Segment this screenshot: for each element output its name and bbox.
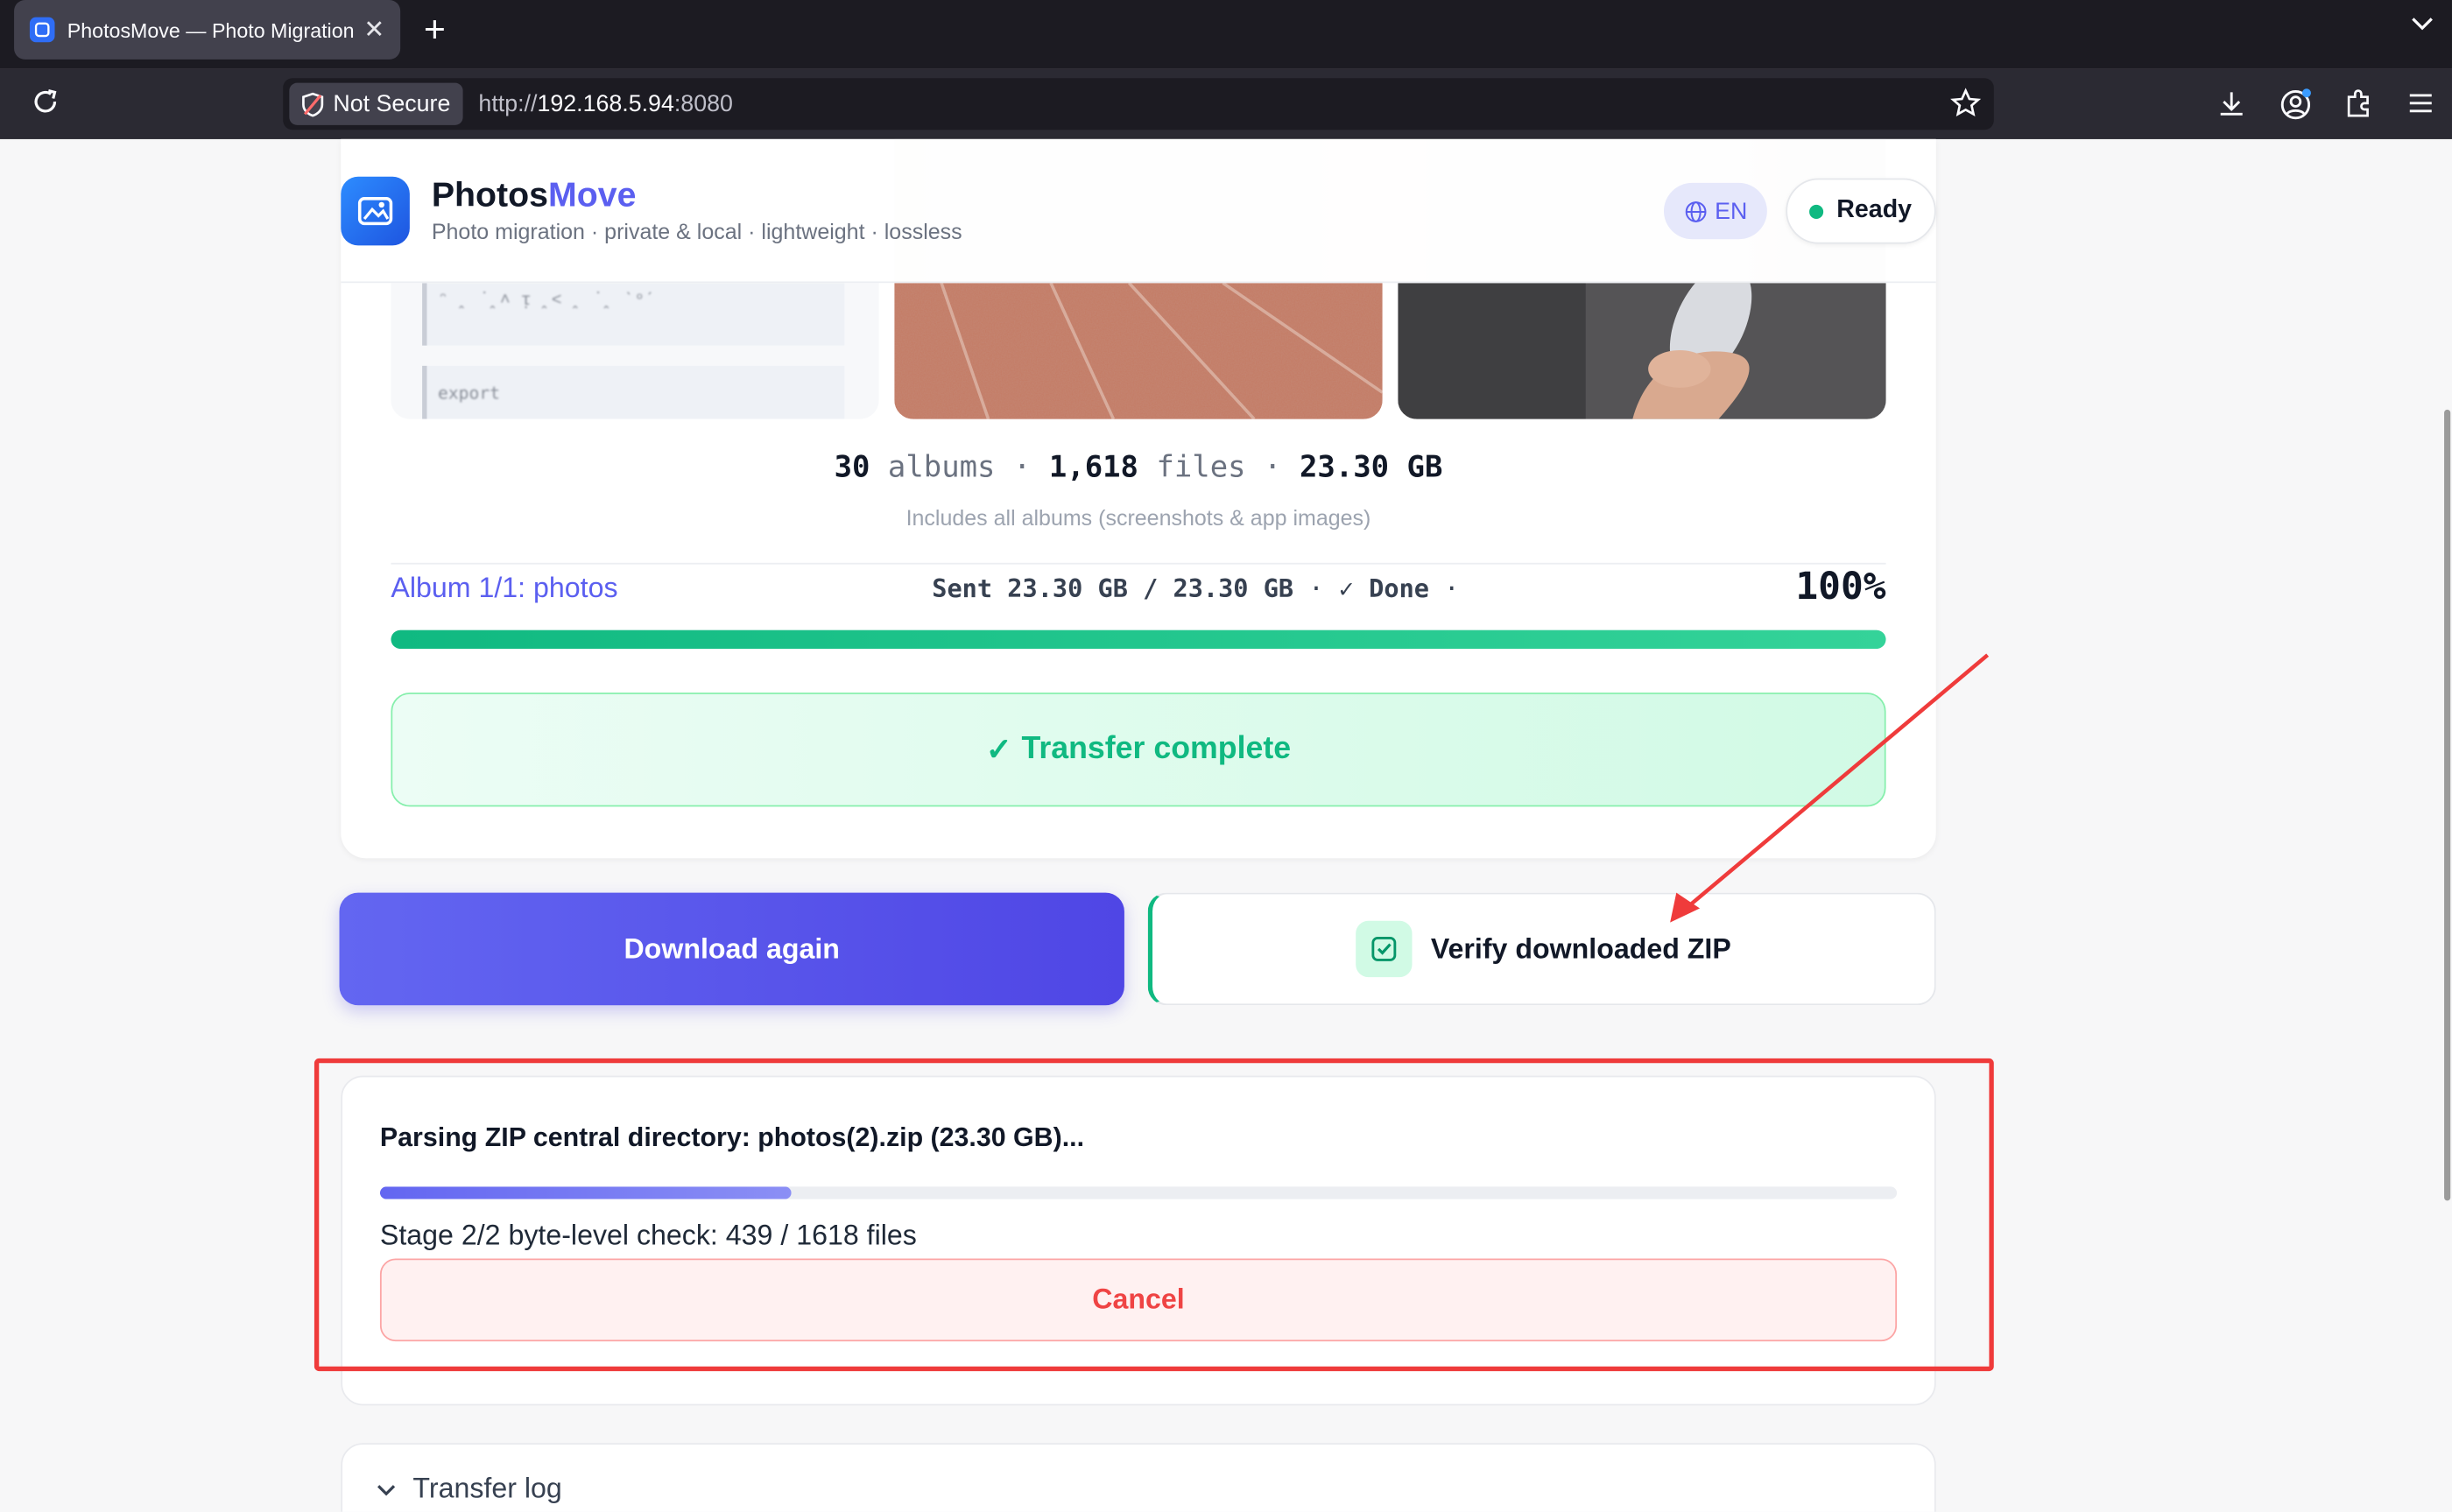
annotation-arrow-icon [1670,653,1990,923]
page-scrollbar[interactable] [2444,409,2451,1201]
